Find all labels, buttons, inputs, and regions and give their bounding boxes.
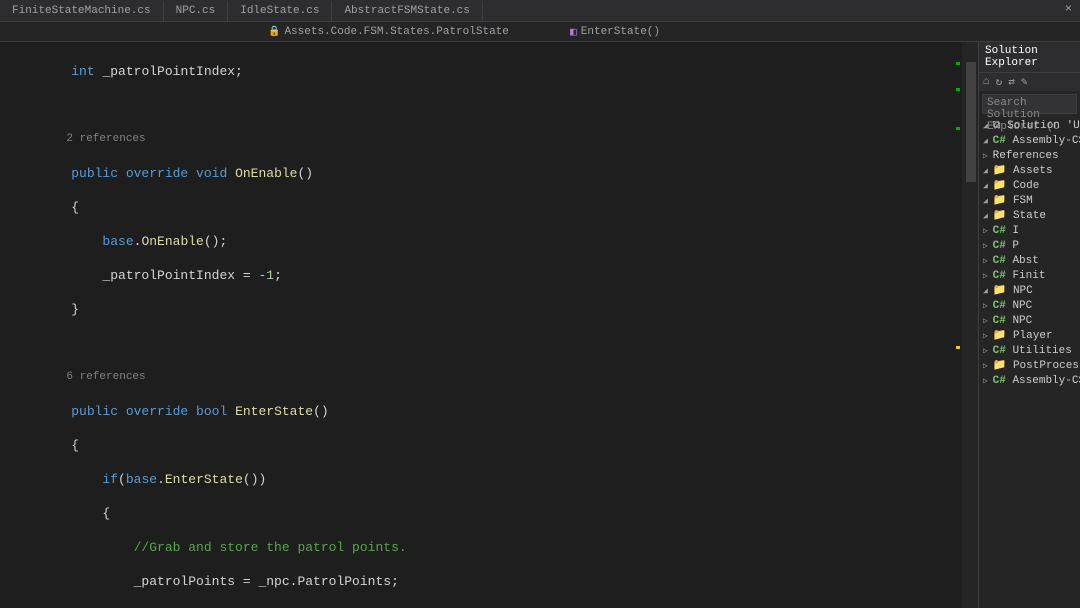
tree-code[interactable]: 📁 Code bbox=[979, 179, 1080, 194]
code-text[interactable]: int _patrolPointIndex; 2 references publ… bbox=[40, 42, 978, 608]
tree-fsm[interactable]: 📁 FSM bbox=[979, 194, 1080, 209]
codelens-onenable[interactable]: 2 references bbox=[40, 131, 978, 148]
tree-npc-folder[interactable]: 📁 NPC bbox=[979, 284, 1080, 299]
num-minus1: -1 bbox=[258, 268, 274, 283]
tree-project2[interactable]: C# Assembly-CSharp bbox=[979, 374, 1080, 389]
tree-assets[interactable]: 📁 Assets bbox=[979, 164, 1080, 179]
tree-project[interactable]: C# Assembly-CSharp bbox=[979, 134, 1080, 149]
toolbar-properties-icon[interactable]: ✎ bbox=[1021, 75, 1028, 89]
tree-item[interactable]: C# P bbox=[979, 239, 1080, 254]
tree-item-abst[interactable]: C# Abst bbox=[979, 254, 1080, 269]
code-editor[interactable]: + int _patrolPointIndex; 2 references pu… bbox=[0, 42, 978, 608]
code-editor-container: + int _patrolPointIndex; 2 references pu… bbox=[0, 42, 978, 608]
tab-abstractfsmstate[interactable]: AbstractFSMState.cs bbox=[332, 1, 482, 21]
comment-grab: //Grab and store the patrol points. bbox=[134, 540, 407, 555]
toolbar-home-icon[interactable]: ⌂ bbox=[983, 76, 990, 88]
main-area: + int _patrolPointIndex; 2 references pu… bbox=[0, 42, 1080, 608]
tree-utilities[interactable]: C# Utilities bbox=[979, 344, 1080, 359]
codelens-enterstate[interactable]: 6 references bbox=[40, 369, 978, 386]
solution-explorer-panel: Solution Explorer ⌂ ↻ ⇄ ✎ Search Solutio… bbox=[978, 42, 1080, 608]
tab-npc[interactable]: NPC.cs bbox=[164, 1, 229, 21]
breadcrumb-member[interactable]: ◧ EnterState() bbox=[570, 25, 660, 39]
kw-int: int bbox=[71, 64, 94, 79]
lock-icon bbox=[268, 26, 280, 38]
tab-idlestate[interactable]: IdleState.cs bbox=[228, 1, 332, 21]
tab-finitestatemachine[interactable]: FiniteStateMachine.cs bbox=[0, 1, 164, 21]
kw-base: base bbox=[126, 472, 157, 487]
tree-item-finit[interactable]: C# Finit bbox=[979, 269, 1080, 284]
kw-base: base bbox=[102, 234, 133, 249]
tabs-overflow-close-icon[interactable]: × bbox=[1059, 2, 1078, 16]
tree-item-npc[interactable]: C# NPC bbox=[979, 299, 1080, 314]
tree-item-npc2[interactable]: C# NPC bbox=[979, 314, 1080, 329]
assign-patrolpoints: _patrolPoints = _npc.PatrolPoints; bbox=[134, 574, 399, 589]
assign-index: _patrolPointIndex = bbox=[102, 268, 258, 283]
tree-player[interactable]: 📁 Player bbox=[979, 329, 1080, 344]
toolbar-sync-icon[interactable]: ⇄ bbox=[1008, 75, 1015, 89]
call-onenable: OnEnable bbox=[141, 234, 203, 249]
breadcrumb-namespace[interactable]: Assets.Code.FSM.States.PatrolState bbox=[268, 26, 509, 38]
tree-solution[interactable]: ⧉ Solution 'Unity-FSM' bbox=[979, 119, 1080, 134]
tree-item[interactable]: C# I bbox=[979, 224, 1080, 239]
method-enterstate: EnterState bbox=[235, 404, 313, 419]
sig-mods: public override bool bbox=[71, 404, 227, 419]
call-enterstate: EnterState bbox=[165, 472, 243, 487]
breadcrumb-member-text: EnterState() bbox=[581, 26, 660, 38]
breadcrumb-namespace-text: Assets.Code.FSM.States.PatrolState bbox=[284, 26, 508, 38]
document-tab-bar: FiniteStateMachine.cs NPC.cs IdleState.c… bbox=[0, 0, 1080, 22]
tree-references[interactable]: References bbox=[979, 149, 1080, 164]
field-patrol-index: _patrolPointIndex; bbox=[102, 64, 242, 79]
tree-postprocess[interactable]: 📁 PostProcess bbox=[979, 359, 1080, 374]
sig-mods: public override void bbox=[71, 166, 227, 181]
toolbar-refresh-icon[interactable]: ↻ bbox=[996, 75, 1003, 89]
solution-tree[interactable]: ⧉ Solution 'Unity-FSM' C# Assembly-CShar… bbox=[979, 117, 1080, 391]
nav-breadcrumb-bar: Assets.Code.FSM.States.PatrolState ◧ Ent… bbox=[0, 22, 1080, 42]
solution-explorer-title: Solution Explorer bbox=[979, 42, 1080, 73]
tree-state[interactable]: 📁 State bbox=[979, 209, 1080, 224]
solution-explorer-toolbar: ⌂ ↻ ⇄ ✎ bbox=[979, 73, 1080, 91]
method-icon: ◧ bbox=[570, 25, 577, 39]
method-onenable: OnEnable bbox=[235, 166, 297, 181]
solution-explorer-search[interactable]: Search Solution Explorer (C bbox=[982, 94, 1077, 114]
